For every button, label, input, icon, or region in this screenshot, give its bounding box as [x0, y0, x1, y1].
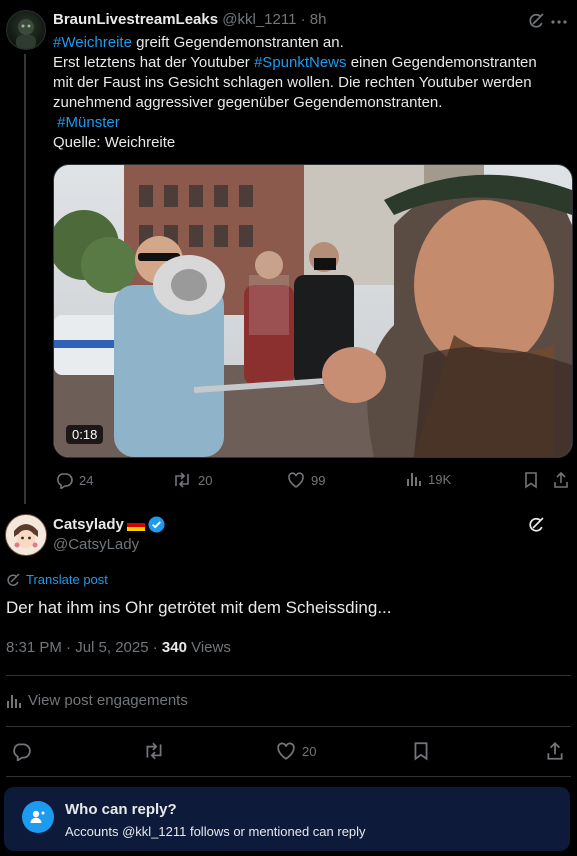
- share-icon[interactable]: [553, 471, 569, 489]
- parent-display-name[interactable]: BraunLivestreamLeaks: [53, 11, 218, 28]
- like-icon: [287, 471, 305, 489]
- engagements-icon: [6, 693, 22, 709]
- reply-button[interactable]: [11, 741, 31, 761]
- more-icon[interactable]: [551, 20, 567, 24]
- bookmark-icon[interactable]: [524, 471, 538, 489]
- like-count: 20: [302, 743, 317, 759]
- engagements-label: View post engagements: [28, 692, 188, 709]
- video-duration: 0:18: [66, 425, 104, 444]
- parent-age[interactable]: 8h: [310, 11, 327, 28]
- main-text: Der hat ihm ins Ohr getrötet mit dem Sch…: [6, 598, 392, 617]
- translate-icon: [6, 572, 20, 587]
- main-display-name-text: Catsylady: [53, 516, 124, 533]
- parent-like-button[interactable]: 99: [287, 471, 325, 489]
- text-line: mit der Faust ins Gesicht schlagen wolle…: [53, 74, 532, 91]
- divider: [6, 776, 571, 777]
- hashtag-link[interactable]: #Münster: [53, 114, 120, 131]
- thread-line: [24, 54, 26, 504]
- like-button[interactable]: 20: [276, 741, 316, 761]
- mention-icon: [22, 801, 54, 833]
- main-handle[interactable]: @CatsyLady: [53, 536, 139, 553]
- text-line: greift Gegendemonstranten an.: [131, 34, 344, 51]
- divider: [6, 675, 571, 676]
- parent-reply-button[interactable]: 24: [55, 471, 93, 489]
- divider: [6, 726, 571, 727]
- grok-icon[interactable]: [527, 12, 545, 30]
- reply-count: 24: [79, 472, 94, 488]
- germany-flag-icon: [126, 518, 145, 531]
- repost-icon: [172, 471, 192, 489]
- translate-label: Translate post: [26, 572, 108, 587]
- parent-header: BraunLivestreamLeaks @kkl_1211 · 8h: [53, 11, 326, 28]
- bookmark-button[interactable]: [413, 741, 429, 761]
- repost-count: 20: [198, 472, 213, 488]
- views-icon: [406, 471, 422, 487]
- text-line: einen Gegendemonstranten: [346, 54, 537, 71]
- parent-text: #Weichreite greift Gegendemonstranten an…: [53, 33, 563, 153]
- text-line: Erst letztens hat der Youtuber: [53, 54, 254, 71]
- verified-badge-icon[interactable]: [148, 516, 165, 533]
- parent-repost-button[interactable]: 20: [172, 471, 212, 489]
- share-button[interactable]: [546, 741, 564, 761]
- hashtag-link[interactable]: #SpunktNews: [254, 54, 347, 71]
- text-line: Quelle: Weichreite: [53, 134, 176, 151]
- parent-views-button[interactable]: 19K: [406, 471, 451, 487]
- video-player[interactable]: [53, 164, 573, 458]
- repost-button[interactable]: [143, 741, 165, 761]
- main-display-name[interactable]: Catsylady: [53, 516, 165, 533]
- reply-restriction-subtitle: Accounts @kkl_1211 follows or mentioned …: [65, 824, 366, 839]
- reply-icon: [55, 471, 73, 489]
- grok-icon[interactable]: [527, 516, 545, 534]
- timestamp[interactable]: 8:31 PM · Jul 5, 2025 ·: [6, 639, 162, 656]
- hashtag-link[interactable]: #Weichreite: [53, 34, 132, 51]
- views-label: Views: [186, 639, 231, 656]
- translate-post-link[interactable]: Translate post: [6, 572, 108, 587]
- view-engagements-link[interactable]: View post engagements: [6, 692, 188, 709]
- header-separator: ·: [300, 11, 306, 28]
- parent-avatar[interactable]: [6, 10, 46, 50]
- text-line: zunehmend aggressiver gegenüber Gegendem…: [53, 94, 443, 111]
- views-count: 340: [161, 639, 187, 656]
- main-avatar[interactable]: [5, 514, 47, 556]
- parent-handle[interactable]: @kkl_1211: [222, 11, 296, 28]
- reply-restriction-banner: Who can reply? Accounts @kkl_1211 follow…: [4, 787, 570, 851]
- views-count: 19K: [428, 471, 452, 487]
- reply-restriction-title: Who can reply?: [65, 801, 177, 818]
- like-icon: [276, 741, 296, 761]
- like-count: 99: [311, 472, 326, 488]
- main-meta: 8:31 PM · Jul 5, 2025 · 340 Views: [6, 639, 231, 656]
